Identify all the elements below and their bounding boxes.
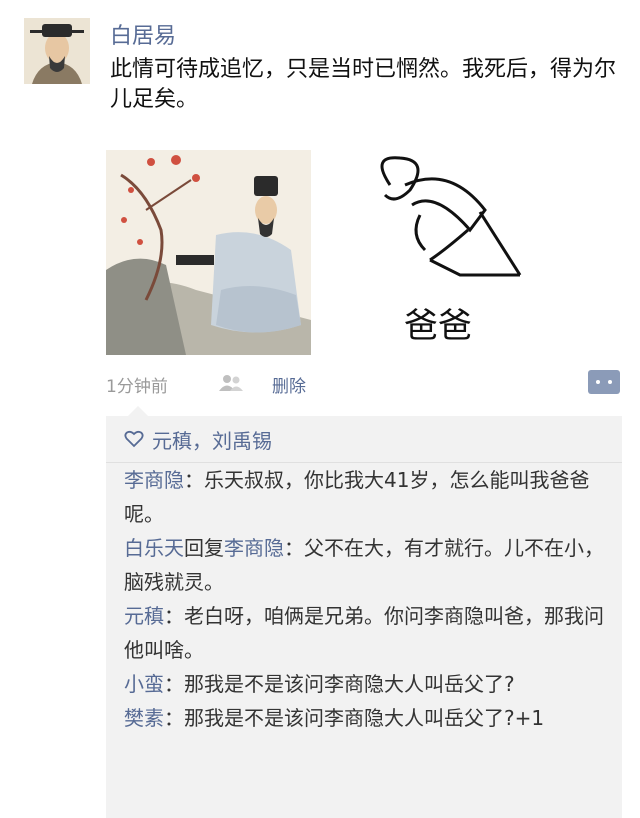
delete-button[interactable]: 删除 [272,372,306,397]
heart-icon [124,430,144,448]
reply-label: 回复 [184,536,224,560]
comment-separator: ： [184,468,204,492]
sketch-caption: 爸爸 [404,306,472,346]
post-photo-painting[interactable] [106,150,311,355]
comment-author[interactable]: 元稹 [124,604,164,628]
comment-author[interactable]: 李商隐 [124,468,184,492]
dot-icon [596,380,600,384]
comment-item[interactable]: 樊素：那我是不是该问李商隐大人叫岳父了?+1 [106,701,622,735]
people-icon[interactable] [218,374,244,392]
comment-item[interactable]: 元稹：老白呀，咱俩是兄弟。你问李商隐叫爸，那我问他叫啥。 [106,599,622,667]
author-name[interactable]: 白居易 [110,18,176,50]
author-avatar[interactable] [24,18,90,84]
comment-item[interactable]: 小蛮：那我是不是该问李商隐大人叫岳父了? [106,667,622,701]
avatar-portrait-icon [24,18,90,84]
likes-row: 元稹，刘禹锡 [106,416,622,463]
comment-author[interactable]: 小蛮 [124,672,164,696]
likes-names[interactable]: 元稹，刘禹锡 [152,425,272,454]
comments-panel: 元稹，刘禹锡 李商隐：乐天叔叔，你比我大41岁，怎么能叫我爸爸呢。 白乐天回复李… [106,416,622,818]
comment-text: 那我是不是该问李商隐大人叫岳父了?+1 [184,706,545,730]
comment-author[interactable]: 白乐天 [124,536,184,560]
comment-separator: ： [284,536,304,560]
post-text: 此情可待成追忆，只是当时已惘然。我死后，得为尔儿足矣。 [110,57,617,112]
comments-arrow [128,406,148,416]
painting-illustration [106,150,311,355]
dot-icon [608,380,612,384]
comment-item[interactable]: 白乐天回复李商隐：父不在大，有才就行。儿不在小，脑残就灵。 [106,531,622,599]
reply-target[interactable]: 李商隐 [224,536,284,560]
comment-text: 那我是不是该问李商隐大人叫岳父了? [184,672,515,696]
comment-separator: ： [164,604,184,628]
comment-more-button[interactable] [588,370,620,394]
comment-separator: ： [164,672,184,696]
comment-text: 老白呀，咱俩是兄弟。你问李商隐叫爸，那我问他叫啥。 [124,604,604,662]
comment-author[interactable]: 樊素 [124,706,164,730]
comment-separator: ： [164,706,184,730]
comment-item[interactable]: 李商隐：乐天叔叔，你比我大41岁，怎么能叫我爸爸呢。 [106,463,622,531]
post-timestamp: 1分钟前 [106,377,168,397]
